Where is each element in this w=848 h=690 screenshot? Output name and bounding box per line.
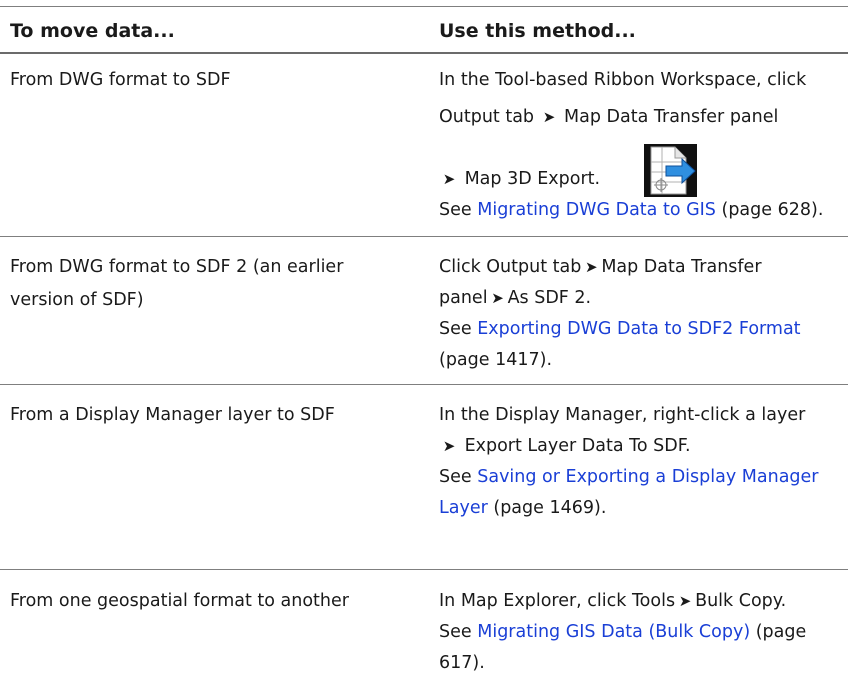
header-col-move-data: To move data... — [10, 20, 175, 42]
row4-page-ref-b: 617). — [439, 653, 485, 673]
link-migrating-dwg-data[interactable]: Migrating DWG Data to GIS — [477, 200, 716, 220]
row2-method-line2: panel ➤ As SDF 2. — [439, 284, 591, 313]
row4-bulk-copy-text: Bulk Copy. — [695, 591, 787, 611]
row3-see-prefix: See — [439, 467, 472, 487]
row-divider — [0, 569, 848, 570]
arrow-icon: ➤ — [542, 108, 556, 126]
map-3d-export-icon — [644, 144, 697, 197]
row2-transfer-text: Map Data Transfer — [601, 257, 762, 277]
row2-sdf2-text: As SDF 2. — [507, 288, 592, 308]
row-divider — [0, 236, 848, 237]
row2-click-output-text: Click Output tab — [439, 257, 582, 277]
link-exporting-dwg-sdf2[interactable]: Exporting DWG Data to SDF2 Format — [477, 319, 800, 339]
row4-method-line1: In Map Explorer, click Tools ➤ Bulk Copy. — [439, 587, 786, 616]
row3-see-line: See Saving or Exporting a Display Manage… — [439, 463, 818, 492]
arrow-icon: ➤ — [442, 170, 456, 188]
row1-panel-text: Map Data Transfer panel — [564, 107, 779, 127]
row2-from-line2: version of SDF) — [10, 290, 144, 310]
table-top-rule — [0, 6, 848, 7]
row1-method-line2: Output tab ➤ Map Data Transfer panel — [439, 103, 778, 132]
row-divider — [0, 384, 848, 385]
row1-see-line: See Migrating DWG Data to GIS (page 628)… — [439, 196, 823, 225]
row4-page-ref-a: (page — [755, 622, 807, 642]
link-saving-display-manager-l1[interactable]: Saving or Exporting a Display Manager — [477, 467, 818, 487]
row4-see-line: See Migrating GIS Data (Bulk Copy) (page — [439, 618, 806, 647]
row3-see-line2: Layer (page 1469). — [439, 494, 606, 523]
header-rule — [0, 52, 848, 54]
row3-method-line1: In the Display Manager, right-click a la… — [439, 405, 806, 425]
row1-page-ref: (page 628). — [721, 200, 824, 220]
row1-method-line3: ➤ Map 3D Export. — [439, 165, 600, 194]
row3-export-layer-text: Export Layer Data To SDF. — [464, 436, 691, 456]
row4-from: From one geospatial format to another — [10, 591, 349, 611]
link-migrating-gis-data[interactable]: Migrating GIS Data (Bulk Copy) — [477, 622, 750, 642]
row2-see-line: See Exporting DWG Data to SDF2 Format — [439, 315, 801, 344]
row3-from: From a Display Manager layer to SDF — [10, 405, 335, 425]
arrow-icon: ➤ — [678, 592, 692, 610]
row1-export-text: Map 3D Export. — [464, 169, 601, 189]
arrow-icon: ➤ — [442, 437, 456, 455]
header-col-method: Use this method... — [439, 20, 636, 42]
row2-page-ref: (page 1417). — [439, 350, 553, 370]
row1-output-tab-text: Output tab — [439, 107, 535, 127]
row2-method-line1: Click Output tab ➤ Map Data Transfer — [439, 253, 762, 282]
row3-page-ref: (page 1469). — [493, 498, 607, 518]
row1-method-line1: In the Tool-based Ribbon Workspace, clic… — [439, 70, 807, 90]
row2-panel-text: panel — [439, 288, 488, 308]
row2-from-line1: From DWG format to SDF 2 (an earlier — [10, 257, 344, 277]
arrow-icon: ➤ — [585, 258, 598, 276]
arrow-icon: ➤ — [491, 289, 504, 307]
row4-see-prefix: See — [439, 622, 472, 642]
row2-see-prefix: See — [439, 319, 472, 339]
row1-see-prefix: See — [439, 200, 472, 220]
row3-method-line2: ➤ Export Layer Data To SDF. — [439, 432, 691, 461]
link-saving-display-manager-l2[interactable]: Layer — [439, 498, 488, 518]
row4-map-explorer-text: In Map Explorer, click Tools — [439, 591, 676, 611]
row1-from: From DWG format to SDF — [10, 70, 231, 90]
